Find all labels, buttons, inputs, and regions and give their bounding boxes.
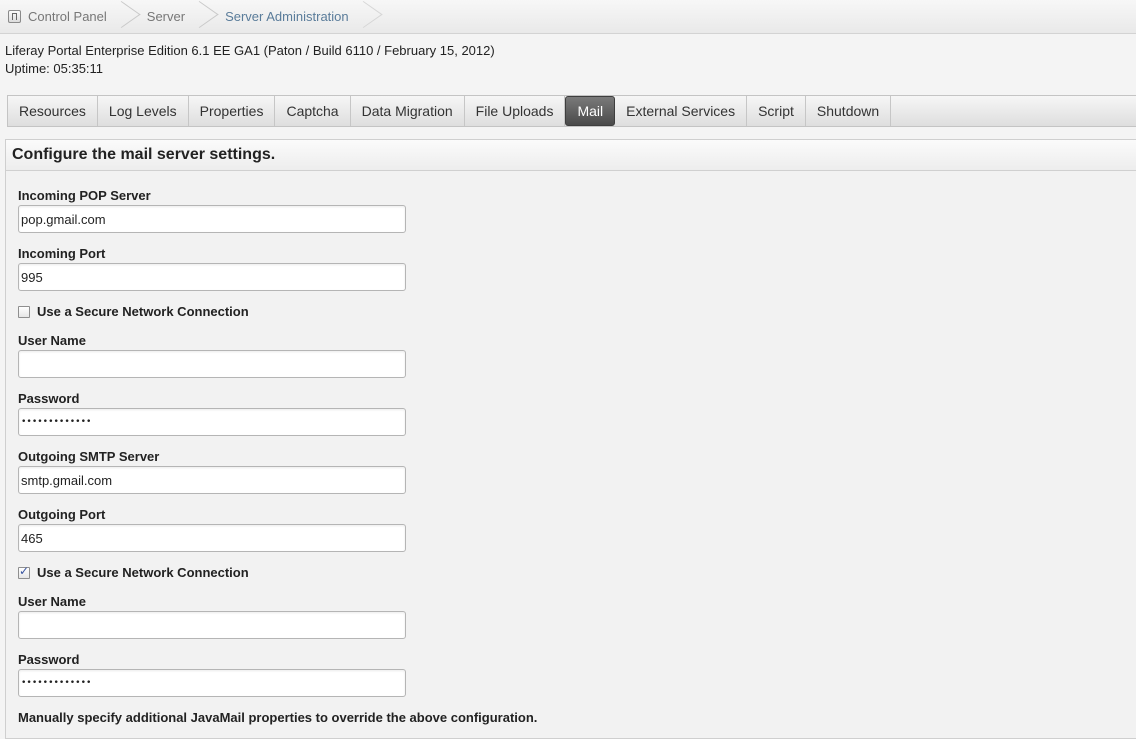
incoming-pop-input[interactable] [18,205,406,233]
tab-resources[interactable]: Resources [8,96,98,126]
edition-text: Liferay Portal Enterprise Edition 6.1 EE… [5,43,495,58]
breadcrumb: Control Panel Server Server Administrati… [0,0,1136,34]
server-info: Liferay Portal Enterprise Edition 6.1 EE… [5,42,495,78]
outgoing-smtp-input[interactable] [18,466,406,494]
tab-external-services[interactable]: External Services [615,96,748,126]
incoming-secure-row[interactable]: Use a Secure Network Connection [18,304,249,319]
tab-file-uploads[interactable]: File Uploads [465,96,566,126]
outgoing-secure-label: Use a Secure Network Connection [37,565,249,580]
incoming-port-input[interactable] [18,263,406,291]
outgoing-port-label: Outgoing Port [18,507,106,522]
tab-shutdown[interactable]: Shutdown [806,96,892,126]
tab-log-levels[interactable]: Log Levels [98,96,189,126]
incoming-secure-checkbox[interactable] [18,305,30,318]
outgoing-smtp-label: Outgoing SMTP Server [18,449,160,464]
tab-properties[interactable]: Properties [189,96,276,126]
outgoing-password-input[interactable] [18,669,406,697]
outgoing-secure-checkbox[interactable] [18,564,30,579]
breadcrumb-control-panel[interactable]: Control Panel [0,0,131,33]
breadcrumb-server[interactable]: Server [131,0,209,33]
breadcrumb-label: Control Panel [28,9,107,24]
incoming-pop-label: Incoming POP Server [18,188,151,203]
breadcrumb-server-administration[interactable]: Server Administration [209,0,373,33]
tab-script[interactable]: Script [747,96,806,126]
panel-title: Configure the mail server settings. [6,140,1136,171]
uptime-text: Uptime: 05:35:11 [5,61,104,76]
tab-captcha[interactable]: Captcha [275,96,351,126]
incoming-port-label: Incoming Port [18,246,106,261]
breadcrumb-label: Server Administration [225,9,349,24]
control-panel-icon [8,10,21,23]
breadcrumb-label: Server [146,9,186,24]
outgoing-secure-row[interactable]: Use a Secure Network Connection [18,564,249,580]
incoming-password-label: Password [18,391,80,406]
incoming-password-input[interactable] [18,408,406,436]
tab-mail[interactable]: Mail [565,96,616,126]
mail-settings-panel: Configure the mail server settings. Inco… [5,139,1136,739]
javamail-note: Manually specify additional JavaMail pro… [18,710,538,725]
incoming-user-label: User Name [18,333,86,348]
incoming-secure-label: Use a Secure Network Connection [37,304,249,319]
outgoing-password-label: Password [18,652,80,667]
incoming-user-input[interactable] [18,350,406,378]
tab-bar: Resources Log Levels Properties Captcha … [7,95,1136,127]
outgoing-user-label: User Name [18,594,86,609]
tab-data-migration[interactable]: Data Migration [351,96,465,126]
outgoing-user-input[interactable] [18,611,406,639]
outgoing-port-input[interactable] [18,524,406,552]
